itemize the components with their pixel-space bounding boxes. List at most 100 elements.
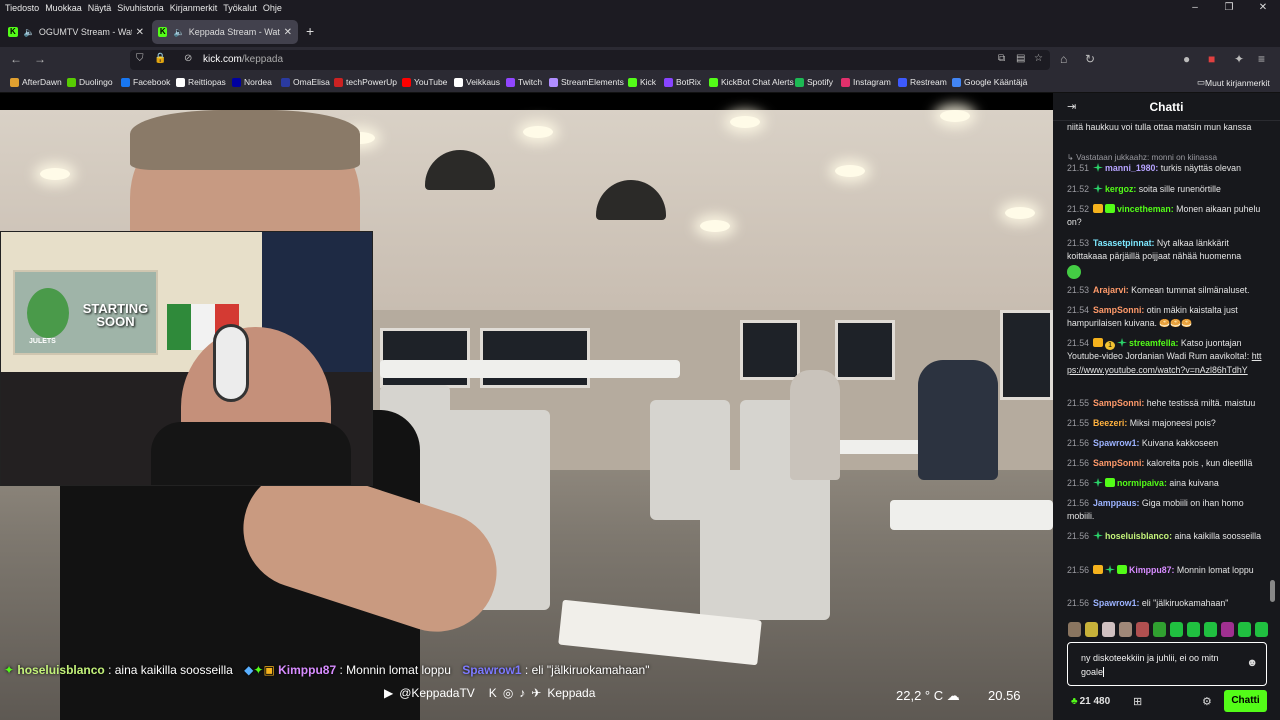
channel-points[interactable]: ♣ 21 480 [1071, 696, 1110, 707]
message-username[interactable]: Spawrow1 [1093, 438, 1137, 448]
bookmark-item[interactable]: BotRix [664, 77, 701, 87]
new-tab-button[interactable]: + [306, 23, 314, 39]
emote-icon[interactable] [1238, 622, 1251, 637]
bookmark-item[interactable]: techPowerUp [334, 77, 397, 87]
chat-message[interactable]: 21.54 1 streamfella: Katso juontajan Youtu… [1067, 337, 1263, 377]
shield-icon[interactable]: ⛉ [136, 53, 144, 64]
reload-icon[interactable]: ↻ [1085, 52, 1095, 66]
bookmark-star-icon[interactable]: ☆ [1034, 53, 1043, 64]
chat-input-value[interactable]: ny diskoteekkiin ja juhlii, ei oo mitn g… [1081, 653, 1219, 677]
chat-message[interactable]: 21.56 hoseluisblanco: aina kaikilla sooss… [1067, 530, 1263, 543]
menu-bookmarks[interactable]: Kirjanmerkit [170, 3, 218, 13]
emote-icon[interactable] [1187, 622, 1200, 637]
chat-message[interactable]: 21.56 Kimppu87: Monnin lomat loppu [1067, 564, 1263, 577]
chat-message[interactable]: 21.56 Spawrow1: eli "jälkiruokamahaan" [1067, 597, 1263, 610]
tab-keppada[interactable]: K 🔈 Keppada Stream - Watch Li ✕ [152, 20, 298, 44]
video-player[interactable]: STARTING SOON JULETS [0, 93, 1053, 720]
bookmark-item[interactable]: Facebook [121, 77, 170, 87]
message-username[interactable]: Jamppaus [1093, 498, 1137, 508]
restore-button[interactable]: ❐ [1212, 0, 1246, 16]
bookmark-item[interactable]: StreamElements [549, 77, 624, 87]
close-tab-icon[interactable]: ✕ [284, 27, 292, 38]
emote-icon[interactable] [1221, 622, 1234, 637]
chat-message[interactable]: 21.56 Jamppaus: Giga mobiili on ihan homo… [1067, 497, 1263, 524]
url-text[interactable]: kick.com/keppada [203, 54, 283, 65]
bookmark-item[interactable]: Restream [898, 77, 947, 87]
speaker-icon[interactable]: 🔈 [173, 27, 184, 38]
chat-message[interactable]: 21.53 Arajarvi: Komean tummat silmänaluse… [1067, 284, 1263, 297]
lock-icon[interactable]: 🔒 [154, 53, 166, 64]
chat-message[interactable]: 21.53 Tasasetpinnat: Nyt alkaa länkkärit … [1067, 237, 1263, 264]
chat-message[interactable]: 21.56 normipaiva: aina kuivana [1067, 477, 1263, 490]
message-username[interactable]: manni_1980 [1105, 163, 1155, 173]
bookmark-item[interactable]: Veikkaus [454, 77, 500, 87]
back-icon[interactable]: ← [10, 52, 22, 66]
extension-badge-icon[interactable]: ■ [1208, 52, 1215, 66]
other-bookmarks[interactable]: ▭ Muut kirjanmerkit [1197, 77, 1270, 88]
chat-message[interactable]: 21.55 SampSonni: hehe testissä miltä. mai… [1067, 397, 1263, 410]
message-username[interactable]: SampSonni [1093, 398, 1141, 408]
emote-icon[interactable] [1102, 622, 1115, 637]
message-username[interactable]: SampSonni [1093, 305, 1141, 315]
emote-icon[interactable] [1068, 622, 1081, 637]
emote-icon[interactable] [1255, 622, 1268, 637]
permissions-icon[interactable]: ⊘ [184, 53, 192, 64]
hamburger-menu-icon[interactable]: ≡ [1258, 52, 1265, 66]
chat-message[interactable]: 21.56 SampSonni: kaloreita pois , kun die… [1067, 457, 1263, 470]
close-window-button[interactable]: ✕ [1246, 0, 1280, 16]
message-username[interactable]: Arajarvi [1093, 285, 1126, 295]
emote-icon[interactable] [1153, 622, 1166, 637]
menu-tools[interactable]: Työkalut [223, 3, 257, 13]
picture-in-picture-icon[interactable]: ⧉ [998, 53, 1005, 64]
home-icon[interactable]: ⌂ [1060, 52, 1067, 66]
menu-view[interactable]: Näytä [88, 3, 112, 13]
bookmark-item[interactable]: Kick [628, 77, 656, 87]
emote-icon[interactable] [1170, 622, 1183, 637]
bookmark-item[interactable]: Instagram [841, 77, 891, 87]
message-username[interactable]: SampSonni [1093, 458, 1141, 468]
emote-icon[interactable] [1204, 622, 1217, 637]
message-username[interactable]: vincetheman [1117, 204, 1171, 214]
forward-icon[interactable]: → [34, 52, 46, 66]
close-tab-icon[interactable]: ✕ [136, 27, 144, 38]
emoji-picker-icon[interactable]: ☻ [1246, 657, 1258, 669]
chat-message[interactable]: 21.52 vincetheman: Monen aikaan puhelu on… [1067, 203, 1263, 230]
chat-message[interactable]: niitä haukkuu voi tulla ottaa matsin mun… [1067, 121, 1263, 134]
chat-scrollbar[interactable] [1270, 580, 1275, 602]
emote-icon[interactable] [1136, 622, 1149, 637]
chat-message[interactable]: 21.52 kergoz: soita sille runenörtille [1067, 183, 1263, 196]
chat-message-list[interactable]: niitä haukkuu voi tulla ottaa matsin mun… [1067, 121, 1263, 611]
chat-message[interactable]: 21.55 Beezeri: Miksi majoneesi pois? [1067, 417, 1263, 430]
message-username[interactable]: Kimppu87 [1129, 565, 1172, 575]
menu-edit[interactable]: Muokkaa [45, 3, 82, 13]
message-username[interactable]: streamfella [1129, 338, 1175, 348]
bookmark-item[interactable]: KickBot Chat Alerts [709, 77, 794, 87]
message-username[interactable]: Spawrow1 [1093, 598, 1137, 608]
message-username[interactable]: Tasasetpinnat [1093, 238, 1152, 248]
reader-view-icon[interactable]: ▤ [1016, 53, 1025, 64]
account-icon[interactable]: ● [1183, 52, 1190, 66]
emote-icon[interactable] [1119, 622, 1132, 637]
bookmark-item[interactable]: AfterDawn [10, 77, 62, 87]
bookmark-item[interactable]: Reittiopas [176, 77, 226, 87]
message-username[interactable]: hoseluisblanco [1105, 531, 1169, 541]
speaker-icon[interactable]: 🔈 [24, 27, 35, 38]
bookmark-item[interactable]: Spotify [795, 77, 833, 87]
chat-settings-gear-icon[interactable]: ⚙ [1202, 695, 1212, 708]
gift-icon[interactable]: ⊞ [1133, 695, 1142, 708]
emote-icon[interactable] [1085, 622, 1098, 637]
tab-ogumtv[interactable]: K 🔈 OGUMTV Stream - Watch L ✕ [2, 20, 150, 44]
message-username[interactable]: Beezeri [1093, 418, 1124, 428]
minimize-button[interactable]: – [1178, 0, 1212, 16]
bookmark-item[interactable]: OmaElisa [281, 77, 330, 87]
bookmark-item[interactable]: Nordea [232, 77, 272, 87]
message-username[interactable]: kergoz [1105, 184, 1133, 194]
url-bar[interactable]: ⛉ 🔒 ⊘ kick.com/keppada ⧉ ▤ ☆ [130, 50, 1050, 70]
menu-history[interactable]: Sivuhistoria [117, 3, 164, 13]
menu-help[interactable]: Ohje [263, 3, 282, 13]
bookmark-item[interactable]: Duolingo [67, 77, 113, 87]
message-username[interactable]: normipaiva [1117, 478, 1164, 488]
menu-file[interactable]: Tiedosto [5, 3, 39, 13]
chat-message[interactable]: 21.54 SampSonni: otin mäkin kaistalta jus… [1067, 304, 1263, 331]
send-chat-button[interactable]: Chatti [1224, 690, 1267, 712]
